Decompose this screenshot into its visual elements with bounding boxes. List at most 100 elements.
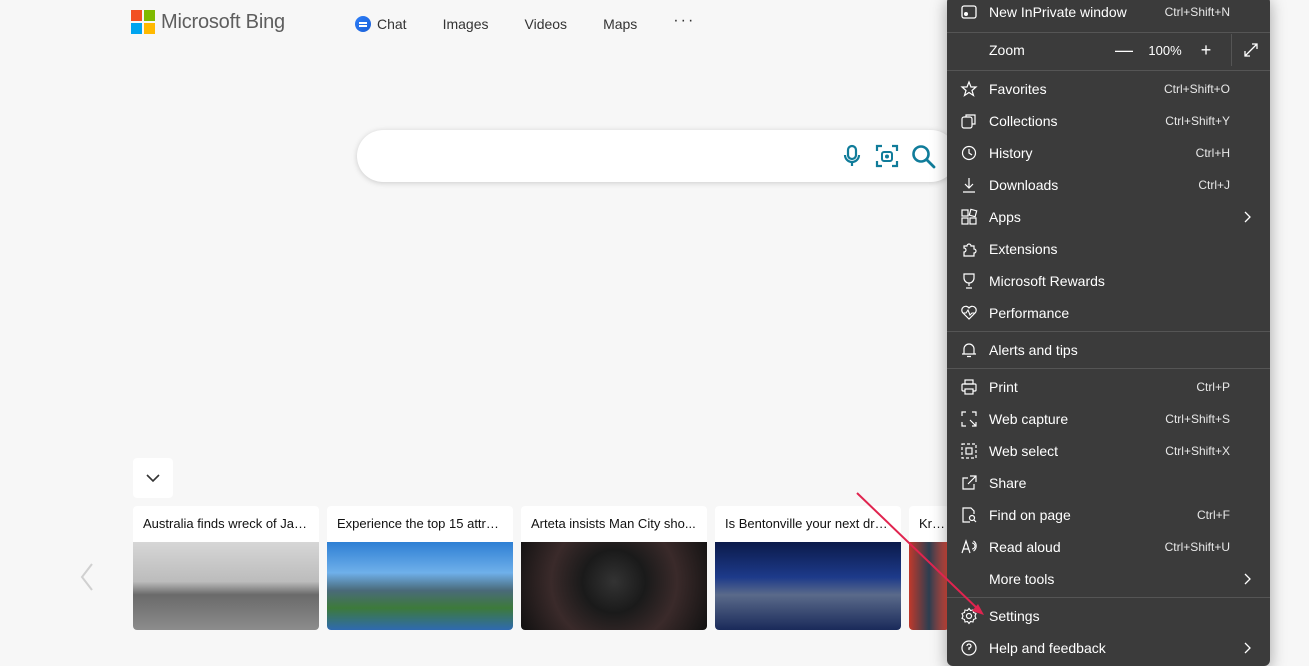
menu-item-web-select[interactable]: Web select Ctrl+Shift+X <box>947 435 1270 467</box>
nav-chat[interactable]: Chat <box>355 16 407 32</box>
news-card-title: Krem <box>919 516 949 531</box>
menu-item-web-capture[interactable]: Web capture Ctrl+Shift+S <box>947 403 1270 435</box>
nav-videos-label: Videos <box>524 16 568 32</box>
news-card[interactable]: Arteta insists Man City sho... <box>521 506 707 630</box>
menu-item-read-aloud[interactable]: Read aloud Ctrl+Shift+U <box>947 531 1270 563</box>
chat-icon <box>355 16 371 32</box>
zoom-value: 100% <box>1148 42 1182 58</box>
menu-item-shortcut: Ctrl+J <box>1198 178 1230 192</box>
previous-arrow-icon[interactable] <box>78 562 96 592</box>
menu-divider <box>947 70 1270 71</box>
menu-divider <box>947 597 1270 598</box>
menu-item-label: Extensions <box>989 241 1058 257</box>
menu-item-favorites[interactable]: Favorites Ctrl+Shift+O <box>947 73 1270 105</box>
menu-item-find-on-page[interactable]: Find on page Ctrl+F <box>947 499 1270 531</box>
bing-logo[interactable]: Microsoft Bing <box>131 10 285 34</box>
search-input[interactable] <box>377 144 821 170</box>
microsoft-logo-icon <box>131 10 155 34</box>
menu-item-shortcut: Ctrl+P <box>1196 380 1230 394</box>
zoom-out-button[interactable]: — <box>1109 40 1139 61</box>
menu-item-label: Web capture <box>989 411 1069 427</box>
menu-item-extensions[interactable]: Extensions <box>947 233 1270 265</box>
menu-item-shortcut: Ctrl+Shift+U <box>1164 540 1230 554</box>
gear-icon <box>961 607 977 625</box>
menu-item-label: Help and feedback <box>989 640 1106 656</box>
brand-name: Microsoft Bing <box>161 10 285 33</box>
news-card-image <box>133 542 319 630</box>
favorites-icon <box>960 80 978 97</box>
menu-item-help[interactable]: Help and feedback <box>947 632 1270 664</box>
menu-item-shortcut: Ctrl+Shift+X <box>1165 444 1230 458</box>
nav-images[interactable]: Images <box>443 16 489 32</box>
menu-item-label: Find on page <box>989 507 1071 523</box>
news-card-image <box>327 542 513 630</box>
collections-icon <box>961 114 976 129</box>
downloads-icon <box>963 178 975 193</box>
menu-item-label: Share <box>989 475 1027 491</box>
nav-maps[interactable]: Maps <box>603 16 637 32</box>
menu-item-shortcut: Ctrl+Shift+Y <box>1165 114 1230 128</box>
zoom-label: Zoom <box>989 42 1025 58</box>
news-card-title: Experience the top 15 attra... <box>337 516 504 531</box>
menu-divider <box>947 331 1270 332</box>
menu-item-collections[interactable]: Collections Ctrl+Shift+Y <box>947 105 1270 137</box>
menu-item-rewards[interactable]: Microsoft Rewards <box>947 265 1270 297</box>
fullscreen-button[interactable] <box>1231 34 1270 66</box>
menu-item-share[interactable]: Share <box>947 467 1270 499</box>
menu-item-settings[interactable]: Settings <box>947 600 1270 632</box>
chevron-right-icon <box>1244 211 1251 223</box>
news-card[interactable]: Krem <box>909 506 949 630</box>
help-icon <box>961 640 977 656</box>
extensions-icon <box>963 243 977 257</box>
menu-item-downloads[interactable]: Downloads Ctrl+J <box>947 169 1270 201</box>
search-icon[interactable] <box>910 143 936 169</box>
menu-item-label: Collections <box>989 113 1058 129</box>
share-icon <box>962 475 977 490</box>
history-icon <box>961 145 977 161</box>
bell-icon <box>962 343 976 358</box>
menu-item-label: History <box>989 145 1033 161</box>
menu-item-shortcut: Ctrl+Shift+O <box>1163 82 1230 96</box>
news-card-image <box>715 542 901 630</box>
fullscreen-icon <box>1244 43 1258 57</box>
web-capture-icon <box>961 411 977 427</box>
rewards-icon <box>963 273 975 289</box>
menu-item-performance[interactable]: Performance <box>947 297 1270 329</box>
menu-item-label: New InPrivate window <box>989 4 1127 20</box>
menu-item-shortcut: Ctrl+F <box>1197 508 1230 522</box>
menu-item-label: More tools <box>989 571 1055 587</box>
menu-item-more-tools[interactable]: More tools <box>947 563 1270 595</box>
browser-settings-menu: New InPrivate window Ctrl+Shift+N Zoom —… <box>947 0 1270 666</box>
collapse-feed-button[interactable] <box>133 458 173 498</box>
news-card[interactable]: Experience the top 15 attra... <box>327 506 513 630</box>
menu-item-alerts[interactable]: Alerts and tips <box>947 334 1270 366</box>
news-card[interactable]: Is Bentonville your next dre... <box>715 506 901 630</box>
menu-item-history[interactable]: History Ctrl+H <box>947 137 1270 169</box>
news-card-title: Australia finds wreck of Jap... <box>143 516 313 531</box>
nav-videos[interactable]: Videos <box>525 16 568 32</box>
news-card[interactable]: Australia finds wreck of Jap... <box>133 506 319 630</box>
menu-item-label: Downloads <box>989 177 1059 193</box>
news-card-image <box>521 542 707 630</box>
menu-item-label: Read aloud <box>989 539 1061 555</box>
inprivate-icon <box>961 5 977 19</box>
zoom-in-button[interactable]: + <box>1191 40 1221 61</box>
menu-item-apps[interactable]: Apps <box>947 201 1270 233</box>
menu-item-new-inprivate[interactable]: New InPrivate window Ctrl+Shift+N <box>947 0 1270 28</box>
menu-item-shortcut: Ctrl+Shift+S <box>1165 412 1230 426</box>
nav-maps-label: Maps <box>603 16 638 32</box>
more-nav-button[interactable]: ··· <box>673 12 695 30</box>
read-aloud-icon <box>961 539 977 554</box>
top-nav: Chat Images Videos Maps ··· <box>355 12 731 32</box>
print-icon <box>961 379 977 395</box>
chevron-right-icon <box>1244 573 1251 585</box>
menu-item-print[interactable]: Print Ctrl+P <box>947 371 1270 403</box>
menu-divider <box>947 368 1270 369</box>
menu-item-label: Print <box>989 379 1018 395</box>
find-icon <box>962 507 977 523</box>
menu-item-label: Microsoft Rewards <box>989 273 1105 289</box>
microphone-icon[interactable] <box>839 143 865 169</box>
news-card-title: Arteta insists Man City sho... <box>531 516 696 531</box>
visual-search-icon[interactable] <box>874 143 900 169</box>
news-card-title: Is Bentonville your next dre... <box>725 516 893 531</box>
